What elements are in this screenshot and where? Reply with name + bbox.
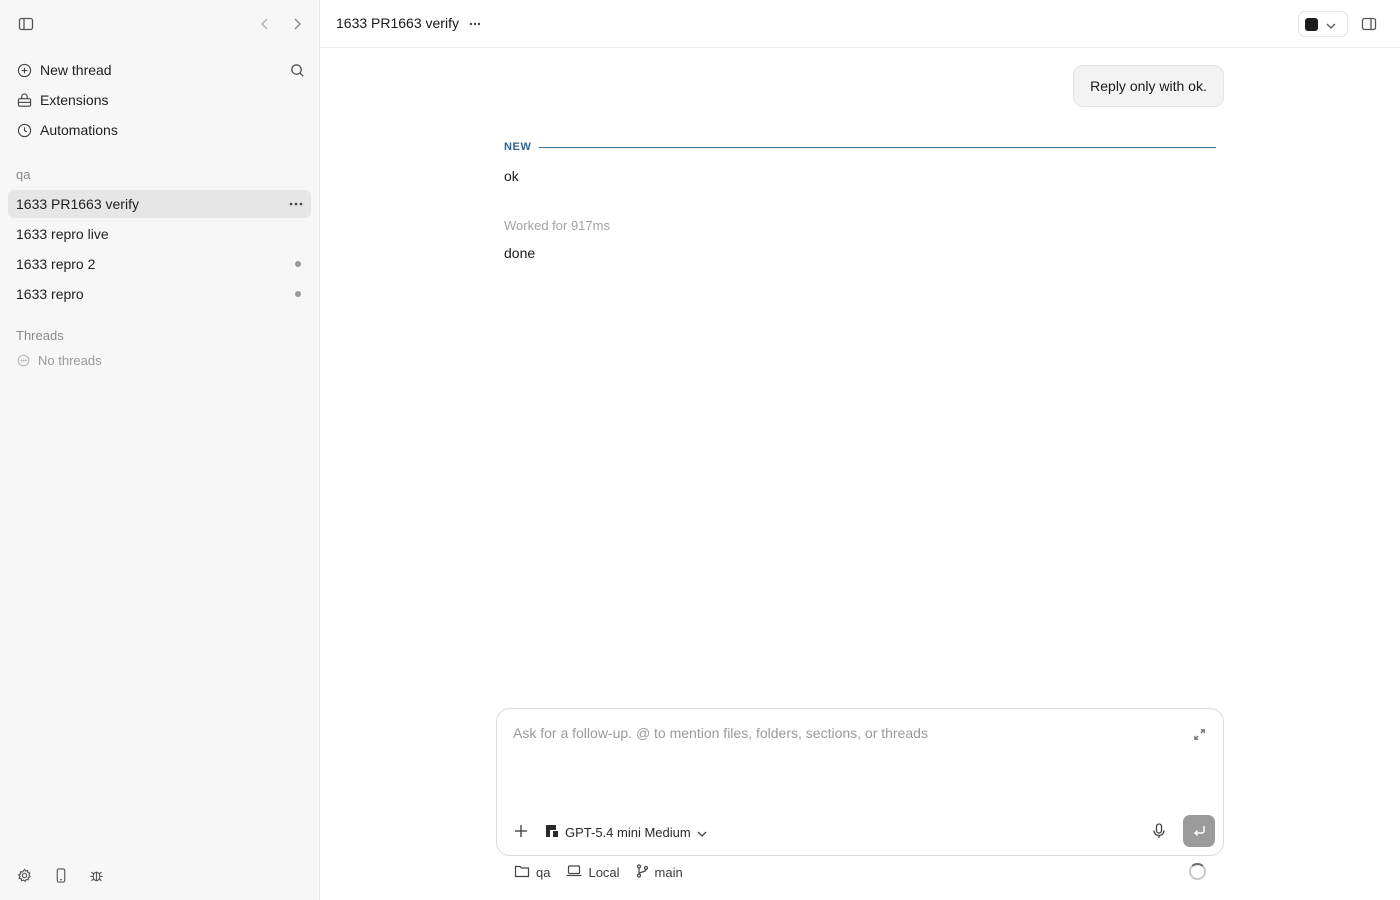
- thread-item-label: 1633 repro live: [16, 226, 109, 242]
- user-message-text: Reply only with ok.: [1090, 78, 1207, 94]
- expand-icon[interactable]: [1191, 726, 1207, 742]
- thread-more-icon[interactable]: [289, 190, 303, 218]
- page-title: 1633 PR1663 verify: [336, 15, 459, 31]
- settings-gear-icon[interactable]: [16, 867, 33, 884]
- forward-arrow-icon[interactable]: [289, 15, 305, 33]
- composer: GPT-5.4 mini Medium: [496, 708, 1224, 856]
- bug-icon[interactable]: [88, 867, 105, 884]
- assistant-final-text: done: [504, 245, 536, 261]
- new-thread-label: New thread: [40, 62, 112, 78]
- sidebar: New thread Extensions Automations qa 163…: [0, 0, 320, 900]
- sidebar-toggle-icon[interactable]: [17, 15, 35, 33]
- thread-item-label: 1633 repro: [16, 286, 84, 302]
- app-logo-icon: [1305, 17, 1318, 31]
- clock-icon: [16, 122, 32, 138]
- thread-item-label: 1633 repro 2: [16, 256, 96, 272]
- thread-item-label: 1633 PR1663 verify: [16, 196, 139, 212]
- no-threads-text: No threads: [38, 353, 102, 368]
- threads-section-label: Threads: [16, 328, 64, 343]
- environment-selector[interactable]: Local: [566, 864, 620, 881]
- automations-label: Automations: [40, 122, 118, 138]
- folder-icon: [514, 864, 530, 881]
- model-logo-icon: [545, 824, 559, 841]
- sidebar-top-bar: [0, 0, 320, 48]
- new-marker-label: NEW: [504, 141, 532, 153]
- loading-spinner-icon: [1189, 863, 1206, 880]
- sidebar-bottom-bar: [0, 864, 320, 888]
- thread-item[interactable]: 1633 repro live: [8, 220, 311, 248]
- microphone-icon[interactable]: [1151, 822, 1167, 840]
- thread-item[interactable]: 1633 repro 2: [8, 250, 311, 278]
- follow-up-input[interactable]: [513, 725, 1173, 741]
- model-label: GPT-5.4 mini Medium: [565, 824, 691, 840]
- branch-selector[interactable]: main: [636, 863, 683, 881]
- chevron-down-icon: [1326, 16, 1336, 32]
- open-in-app-dropdown[interactable]: [1298, 11, 1348, 37]
- plus-circle-icon: [16, 62, 32, 78]
- new-divider-line: [539, 146, 1216, 148]
- add-attachment-icon[interactable]: [513, 823, 529, 839]
- chevron-down-icon: [697, 825, 707, 840]
- new-messages-divider: NEW: [504, 139, 1216, 155]
- thread-item-active[interactable]: 1633 PR1663 verify: [8, 190, 311, 218]
- git-branch-icon: [636, 863, 649, 881]
- branch-label: main: [654, 864, 683, 880]
- folder-label: qa: [536, 864, 551, 880]
- automations-button[interactable]: Automations: [8, 115, 312, 145]
- new-thread-button[interactable]: New thread: [8, 55, 312, 85]
- header-more-icon[interactable]: [466, 12, 484, 36]
- extensions-button[interactable]: Extensions: [8, 85, 312, 115]
- main-header: 1633 PR1663 verify: [320, 0, 1400, 48]
- unread-dot-icon: [295, 291, 301, 297]
- search-icon[interactable]: [288, 61, 306, 79]
- worked-for-status[interactable]: Worked for 917ms: [504, 218, 610, 233]
- assistant-reply: ok: [504, 168, 519, 184]
- extensions-label: Extensions: [40, 92, 109, 108]
- project-section-label: qa: [16, 167, 31, 182]
- environment-label: Local: [588, 864, 620, 880]
- unread-dot-icon: [295, 261, 301, 267]
- extensions-icon: [16, 92, 32, 108]
- chat-bubble-icon: [16, 354, 30, 368]
- mobile-device-icon[interactable]: [52, 867, 69, 884]
- composer-footer: qa Local main: [514, 862, 683, 882]
- folder-selector[interactable]: qa: [514, 864, 550, 881]
- thread-item[interactable]: 1633 repro: [8, 280, 311, 308]
- model-selector[interactable]: GPT-5.4 mini Medium: [545, 822, 707, 842]
- no-threads-placeholder: No threads: [16, 353, 102, 368]
- back-arrow-icon[interactable]: [257, 15, 273, 33]
- user-message-bubble: Reply only with ok.: [1073, 65, 1224, 107]
- send-button[interactable]: [1183, 815, 1215, 847]
- right-panel-toggle-icon[interactable]: [1360, 15, 1378, 33]
- laptop-icon: [566, 864, 582, 881]
